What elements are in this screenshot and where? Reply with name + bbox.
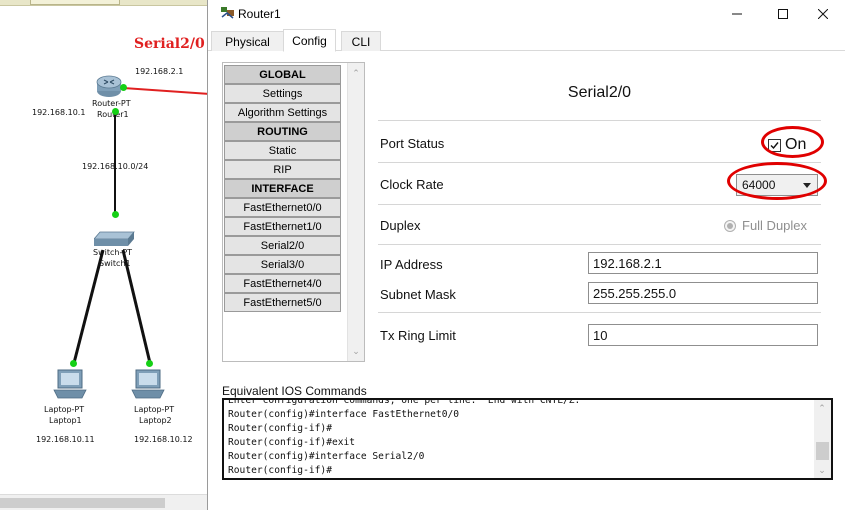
router-config-window: Router1 Physical Config CLI GLOBAL Settin… xyxy=(207,0,845,510)
ios-scrollbar[interactable]: ⌃ ⌄ xyxy=(814,400,831,478)
serial-link xyxy=(122,87,210,95)
ios-command-line: Router(config-if)# xyxy=(228,423,332,434)
minimize-button[interactable] xyxy=(714,0,760,28)
interface-title: Serial2/0 xyxy=(567,84,632,101)
nav-item[interactable]: FastEthernet5/0 xyxy=(224,293,341,312)
clock-rate-highlight-ring xyxy=(727,162,827,200)
tab-bar: Physical Config CLI xyxy=(208,29,845,52)
laptop2-name-label: Laptop2 xyxy=(139,416,172,425)
router-fa-endpoint xyxy=(112,108,119,115)
nav-items: GLOBAL Settings Algorithm Settings ROUTING S… xyxy=(224,65,341,312)
maximize-icon xyxy=(778,9,788,19)
laptop2-ip-label: 192.168.10.12 xyxy=(134,435,193,444)
nav-item[interactable]: Serial3/0 xyxy=(224,255,341,274)
scroll-up-icon[interactable]: ⌃ xyxy=(348,65,364,81)
screen: Serial2/0 192.168.2.1 Router-PT Router1 … xyxy=(0,0,845,510)
divider xyxy=(378,244,821,245)
switch-uplink-endpoint xyxy=(112,211,119,218)
switch-model-label: Switch-PT xyxy=(93,248,133,257)
duplex-label: Duplex xyxy=(380,218,421,233)
title-bar[interactable]: Router1 xyxy=(208,0,845,28)
scroll-down-icon[interactable]: ⌄ xyxy=(348,343,364,359)
laptop1-ip-label: 192.168.10.11 xyxy=(36,435,95,444)
close-icon xyxy=(818,9,828,19)
divider xyxy=(378,204,821,205)
tab-physical[interactable]: Physical xyxy=(211,31,284,51)
scroll-thumb[interactable] xyxy=(816,442,829,460)
full-duplex-radio: Full Duplex xyxy=(724,218,807,233)
close-button[interactable] xyxy=(800,0,845,28)
nav-section-header: INTERFACE xyxy=(224,179,341,198)
nav-section-header: ROUTING xyxy=(224,122,341,141)
switch-hostname-label: Switch1 xyxy=(99,259,131,268)
ios-commands-label: Equivalent IOS Commands xyxy=(222,384,367,398)
laptop2-model-label: Laptop-PT xyxy=(134,405,175,414)
nav-item[interactable]: Serial2/0 xyxy=(224,236,341,255)
router-model-label: Router-PT xyxy=(92,99,131,108)
laptop1-name-label: Laptop1 xyxy=(49,416,82,425)
subnet-mask-field[interactable]: 255.255.255.0 xyxy=(588,282,818,304)
topology-canvas[interactable]: Serial2/0 192.168.2.1 Router-PT Router1 … xyxy=(0,0,210,510)
ios-command-line: Enter configuration commands, one per li… xyxy=(228,398,581,406)
config-nav-list: GLOBAL Settings Algorithm Settings ROUTING S… xyxy=(222,62,365,362)
router-serial-ip: 192.168.2.1 xyxy=(135,67,184,76)
laptop2-endpoint xyxy=(146,360,153,367)
radio-selected-icon xyxy=(724,219,736,232)
divider xyxy=(378,312,821,313)
port-status-label: Port Status xyxy=(380,136,445,151)
network-label: 192.168.10.0/24 xyxy=(82,162,149,171)
tx-ring-limit-field[interactable]: 10 xyxy=(588,324,818,346)
ios-command-line: Router(config-if)# xyxy=(228,465,332,476)
subnet-mask-label: Subnet Mask xyxy=(380,287,456,302)
laptop1-model-label: Laptop-PT xyxy=(44,405,85,414)
nav-item[interactable]: FastEthernet0/0 xyxy=(224,198,341,217)
nav-item[interactable]: RIP xyxy=(224,160,341,179)
router-fa-ip: 192.168.10.1 xyxy=(32,108,86,117)
ip-address-field[interactable]: 192.168.2.1 xyxy=(588,252,818,274)
ios-command-line: Router(config-if)#exit xyxy=(228,437,356,448)
config-content: GLOBAL Settings Algorithm Settings ROUTING S… xyxy=(208,52,845,510)
scroll-up-icon[interactable]: ⌃ xyxy=(814,400,830,416)
nav-scrollbar[interactable]: ⌃ ⌄ xyxy=(347,63,364,361)
nav-item[interactable]: Static xyxy=(224,141,341,160)
tab-config[interactable]: Config xyxy=(283,29,336,52)
laptop2-icon[interactable] xyxy=(130,368,166,400)
laptop1-endpoint xyxy=(70,360,77,367)
topology-horizontal-scrollbar[interactable] xyxy=(0,494,210,510)
interface-panel: Serial2/0 Port Status On Clock Rate 6400… xyxy=(378,62,827,352)
nav-item[interactable]: Settings xyxy=(224,84,341,103)
minimize-icon xyxy=(732,13,742,15)
serial-link-endpoint xyxy=(120,84,127,91)
tab-cli[interactable]: CLI xyxy=(341,31,381,51)
nav-section-header: GLOBAL xyxy=(224,65,341,84)
nav-item[interactable]: FastEthernet4/0 xyxy=(224,274,341,293)
ios-command-line: Router(config)#interface Serial2/0 xyxy=(228,451,425,462)
ios-command-lines: Enter configuration commands, one per li… xyxy=(228,398,581,478)
window-title: Router1 xyxy=(238,7,281,21)
clock-rate-label: Clock Rate xyxy=(380,177,444,192)
laptop1-icon[interactable] xyxy=(52,368,88,400)
serial-interface-label: Serial2/0 xyxy=(134,36,205,52)
nav-item[interactable]: Algorithm Settings xyxy=(224,103,341,122)
tx-ring-limit-label: Tx Ring Limit xyxy=(380,328,456,343)
packet-tracer-app-icon xyxy=(220,5,236,21)
scroll-down-icon[interactable]: ⌄ xyxy=(814,462,830,478)
switch-icon[interactable] xyxy=(93,228,136,248)
ios-command-line: Router(config)#interface FastEthernet0/0 xyxy=(228,409,460,420)
nav-item[interactable]: FastEthernet1/0 xyxy=(224,217,341,236)
divider xyxy=(378,120,821,121)
ip-address-label: IP Address xyxy=(380,257,443,272)
port-status-highlight-ring xyxy=(761,126,824,158)
full-duplex-label: Full Duplex xyxy=(742,218,808,233)
ios-commands-console[interactable]: Enter configuration commands, one per li… xyxy=(222,398,833,480)
router-icon[interactable] xyxy=(96,74,122,98)
